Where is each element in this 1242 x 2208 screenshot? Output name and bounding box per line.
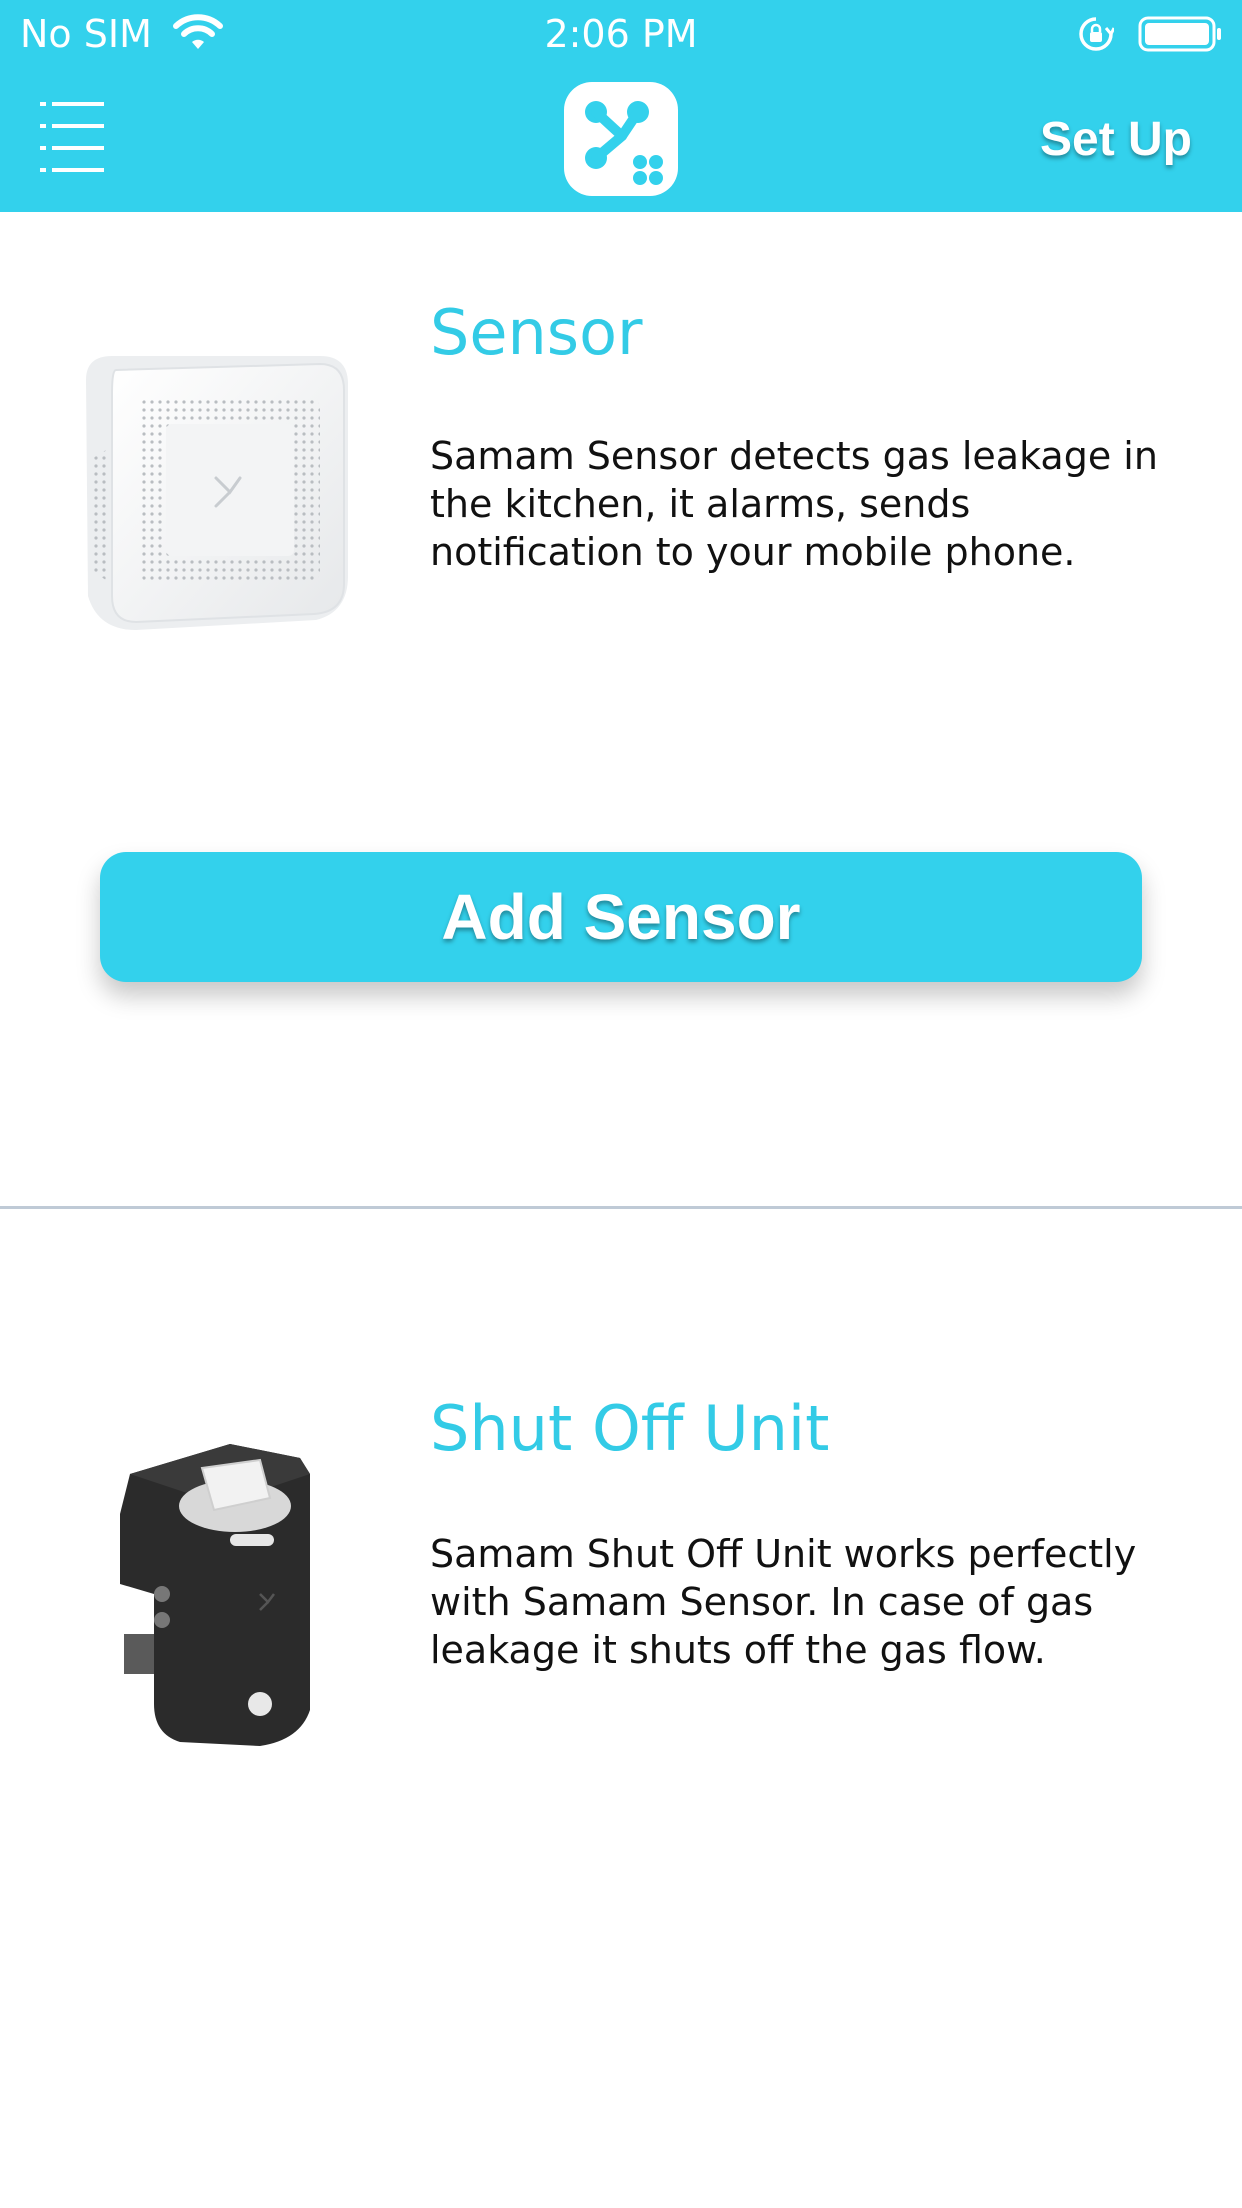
status-time: 2:06 PM <box>544 12 698 56</box>
sensor-description: Samam Sensor detects gas leakage in the … <box>430 434 1158 574</box>
app-logo <box>564 82 678 196</box>
sensor-title: Sensor <box>430 296 643 369</box>
shutoff-description: Samam Shut Off Unit works perfectly with… <box>430 1532 1137 1672</box>
top-bar: No SIM 2:06 PM Set Up <box>0 0 1242 212</box>
shutoff-unit-image <box>120 1444 310 1746</box>
status-bar: No SIM 2:06 PM <box>0 0 1242 68</box>
sensor-device-image <box>86 356 348 630</box>
section-divider <box>0 1206 1242 1209</box>
samam-logo-icon <box>585 101 663 185</box>
setup-button[interactable]: Set Up <box>1040 112 1192 167</box>
orientation-lock-icon <box>1079 17 1114 51</box>
battery-icon <box>1138 16 1221 52</box>
menu-list-icon[interactable] <box>40 102 104 174</box>
shutoff-title: Shut Off Unit <box>430 1392 830 1465</box>
add-sensor-button[interactable]: Add Sensor <box>100 852 1142 982</box>
